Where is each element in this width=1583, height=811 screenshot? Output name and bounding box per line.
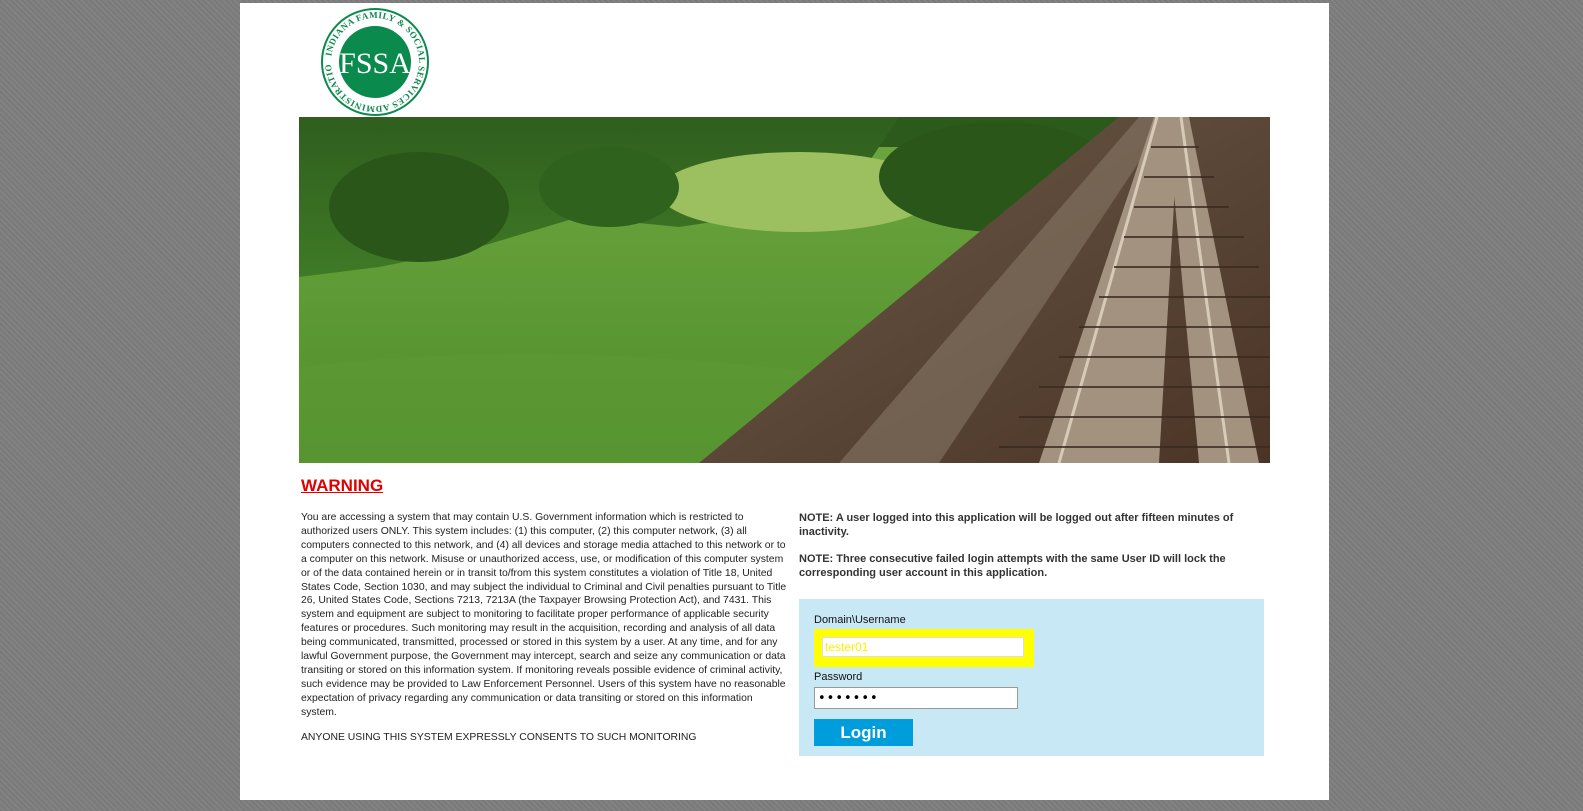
svg-text:FSSA: FSSA [339,47,411,80]
login-panel: Domain\Username Password Login [799,599,1264,756]
consent-notice: ANYONE USING THIS SYSTEM EXPRESSLY CONSE… [301,732,697,743]
login-button[interactable]: Login [814,719,913,746]
account-lock-note: NOTE: Three consecutive failed login att… [799,553,1226,579]
banner-image [299,117,1270,463]
password-label: Password [814,671,863,683]
session-timeout-note: NOTE: A user logged into this applicatio… [799,512,1234,538]
fssa-logo: INDIANA FAMILY & SOCIAL SERVICES ADMINIS… [320,7,429,116]
warning-title: WARNING [301,476,384,495]
username-highlight [814,629,1034,667]
password-input[interactable] [814,687,1018,709]
username-label: Domain\Username [814,614,906,626]
warning-body: You are accessing a system that may cont… [301,512,787,718]
username-input[interactable] [822,637,1024,657]
login-page: INDIANA FAMILY & SOCIAL SERVICES ADMINIS… [240,3,1329,800]
